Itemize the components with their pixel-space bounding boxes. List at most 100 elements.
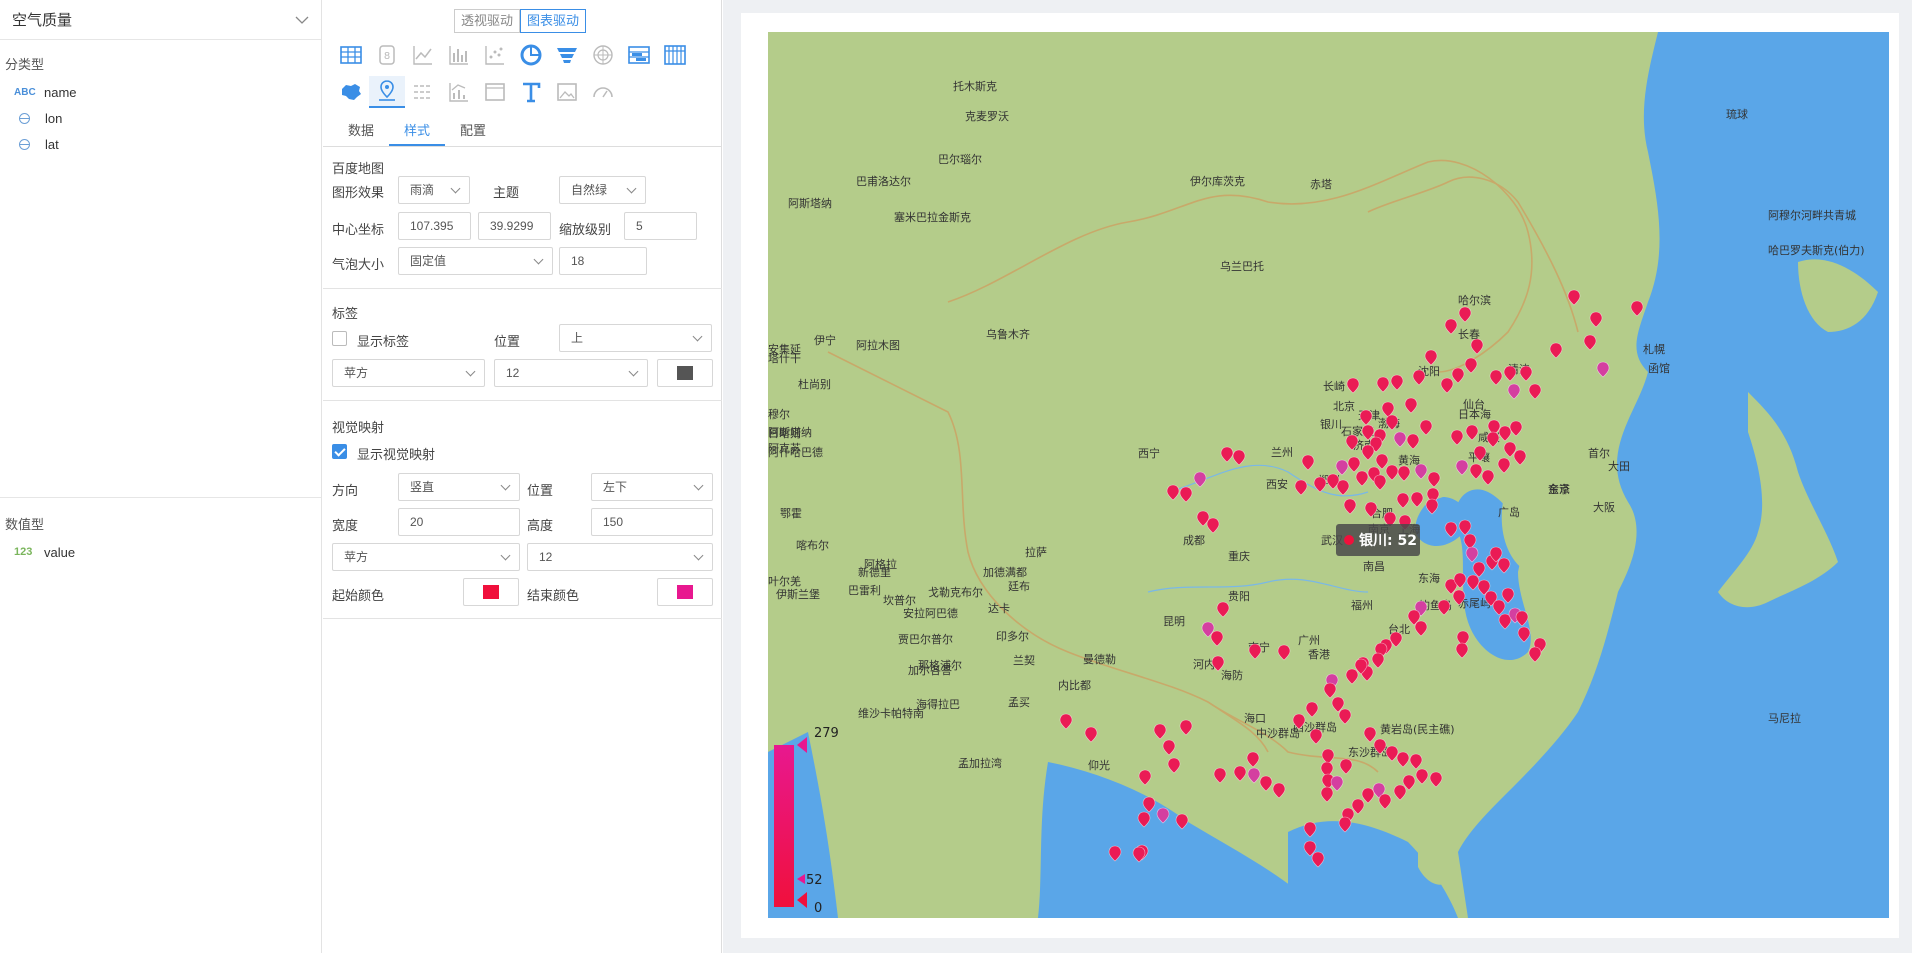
sankey-icon[interactable]	[405, 76, 441, 108]
color-swatch	[483, 585, 499, 599]
bubble-mode-select[interactable]: 固定值	[398, 247, 553, 275]
dataset-name: 空气质量	[12, 12, 73, 29]
city-label: 阿斯塔纳	[768, 426, 812, 439]
city-label: 阿拉木图	[856, 338, 900, 352]
scatter-chart-icon[interactable]	[477, 39, 513, 71]
city-label: 达卡	[988, 602, 1010, 615]
vm-font-select[interactable]: 苹方	[332, 543, 520, 571]
field-item-name[interactable]: ABC name	[0, 79, 321, 105]
city-label: 加德满都	[983, 565, 1027, 579]
field-item-value[interactable]: 123 value	[0, 539, 321, 565]
zoom-input[interactable]	[624, 212, 697, 240]
measure-section: 数值型 123 value	[0, 500, 321, 565]
city-label: 长崎	[1323, 379, 1345, 393]
gantt-chart-icon[interactable]	[621, 39, 657, 71]
theme-select[interactable]: 自然绿	[559, 176, 646, 204]
combo-chart-icon[interactable]	[441, 76, 477, 108]
group-title: 百度地图	[332, 161, 385, 176]
vm-position-select[interactable]: 左下	[591, 473, 713, 501]
pivot-mode-button[interactable]: 透视驱动	[454, 9, 521, 33]
group-title: 标签	[332, 306, 359, 321]
legend-max-label: 279	[814, 726, 839, 741]
field-label: value	[44, 544, 76, 560]
start-color-picker[interactable]	[463, 578, 519, 606]
effect-select[interactable]: 雨滴	[398, 176, 470, 204]
field-label: name	[44, 84, 77, 100]
dataset-select[interactable]: 空气质量	[0, 0, 321, 40]
width-input[interactable]	[398, 508, 520, 536]
city-label: 伊尔库茨克	[1190, 174, 1245, 188]
city-label: 中沙群岛	[1256, 726, 1300, 740]
city-label: 海口	[1244, 711, 1266, 725]
city-label: 孟加拉湾	[958, 756, 1002, 770]
number-card-icon[interactable]: 8	[369, 39, 405, 71]
tab-settings[interactable]: 配置	[445, 117, 501, 146]
china-map-icon[interactable]	[333, 76, 369, 108]
color-swatch	[677, 366, 693, 380]
measure-title: 数值型	[5, 517, 45, 532]
label-color-picker[interactable]	[657, 359, 713, 387]
city-label: 河内	[1193, 657, 1215, 671]
start-color-label: 起始颜色	[332, 588, 385, 603]
city-label: 重庆	[1228, 549, 1250, 563]
height-input[interactable]	[591, 508, 713, 536]
city-label: 乌兰巴托	[1220, 259, 1264, 273]
city-label: 银川	[1320, 417, 1342, 431]
chart-mode-button[interactable]: 图表驱动	[520, 9, 587, 33]
preview-area: 托木斯克 克麦罗沃 巴尔瑙尔 巴甫洛达尔 塞米巴拉金斯克 阿斯塔纳 伊尔库茨克 赤塔 阿穆尔河畔…	[723, 0, 1912, 953]
tab-data[interactable]: 数据	[333, 117, 389, 146]
text-type-icon: ABC	[14, 86, 36, 98]
tab-style[interactable]: 样式	[389, 117, 446, 146]
vm-size-select[interactable]: 12	[527, 543, 713, 571]
city-label: 赤塔	[1310, 178, 1332, 191]
funnel-chart-icon[interactable]	[549, 39, 585, 71]
chevron-down-icon	[295, 16, 309, 24]
gauge-icon[interactable]	[585, 76, 621, 108]
frame-icon[interactable]	[477, 76, 513, 108]
bar-chart-icon[interactable]	[441, 39, 477, 71]
field-item-lat[interactable]: lat	[0, 131, 321, 157]
show-visual-map-checkbox[interactable]	[332, 444, 347, 459]
vm-position-label: 位置	[527, 483, 554, 498]
city-label: 叶尔羌	[768, 575, 801, 588]
label-position-select[interactable]: 上	[559, 324, 712, 352]
city-label: 成都	[1183, 534, 1205, 547]
chart-card: 托木斯克 克麦罗沃 巴尔瑙尔 巴甫洛达尔 塞米巴拉金斯克 阿斯塔纳 伊尔库茨克 赤塔 阿穆尔河畔…	[741, 13, 1899, 938]
city-label: 内比都	[1058, 678, 1091, 692]
group-title: 视觉映射	[332, 420, 385, 435]
field-item-lon[interactable]: lon	[0, 105, 321, 131]
mode-switch: 透视驱动 图表驱动	[454, 9, 587, 33]
radar-chart-icon[interactable]	[585, 39, 621, 71]
city-label: 巴雷利	[848, 584, 881, 597]
bubble-size-input[interactable]	[559, 247, 647, 275]
table-chart-icon[interactable]	[333, 39, 369, 71]
image-widget-icon[interactable]	[549, 76, 585, 108]
city-label: 兰契	[1013, 653, 1035, 667]
city-label: 哈巴罗夫斯克(伯力)	[1768, 243, 1865, 257]
text-widget-icon[interactable]	[513, 76, 549, 108]
city-label: 托木斯克	[953, 79, 997, 93]
city-label: 首尔	[1588, 446, 1610, 460]
pivot-table-icon[interactable]	[657, 39, 693, 71]
label-font-select[interactable]: 苹方	[332, 359, 485, 387]
city-label: 曼德勒	[1083, 652, 1116, 666]
city-label: 杜尚别	[798, 377, 831, 391]
city-label: 大阪	[1593, 500, 1615, 514]
center-lng-input[interactable]	[398, 212, 471, 240]
baidu-map[interactable]: 托木斯克 克麦罗沃 巴尔瑙尔 巴甫洛达尔 塞米巴拉金斯克 阿斯塔纳 伊尔库茨克 赤塔 阿穆尔河畔…	[768, 32, 1889, 918]
city-label: 阿穆尔河畔共青城	[1768, 208, 1856, 222]
chart-type-row-2	[333, 76, 621, 108]
city-label: 拉萨	[1025, 545, 1047, 559]
center-lat-input[interactable]	[478, 212, 551, 240]
line-chart-icon[interactable]	[405, 39, 441, 71]
label-size-select[interactable]: 12	[494, 359, 648, 387]
city-label: 巴甫洛达尔	[856, 174, 911, 188]
effect-label: 图形效果	[332, 185, 385, 200]
label-group: 标签 显示标签 位置 上 苹方 12	[323, 289, 722, 401]
scatter-map-icon[interactable]	[369, 76, 405, 108]
end-color-picker[interactable]	[657, 578, 713, 606]
show-label-checkbox[interactable]	[332, 331, 347, 346]
city-label: 大田	[1608, 459, 1630, 473]
pie-chart-icon[interactable]	[513, 39, 549, 71]
direction-select[interactable]: 竖直	[398, 473, 520, 501]
